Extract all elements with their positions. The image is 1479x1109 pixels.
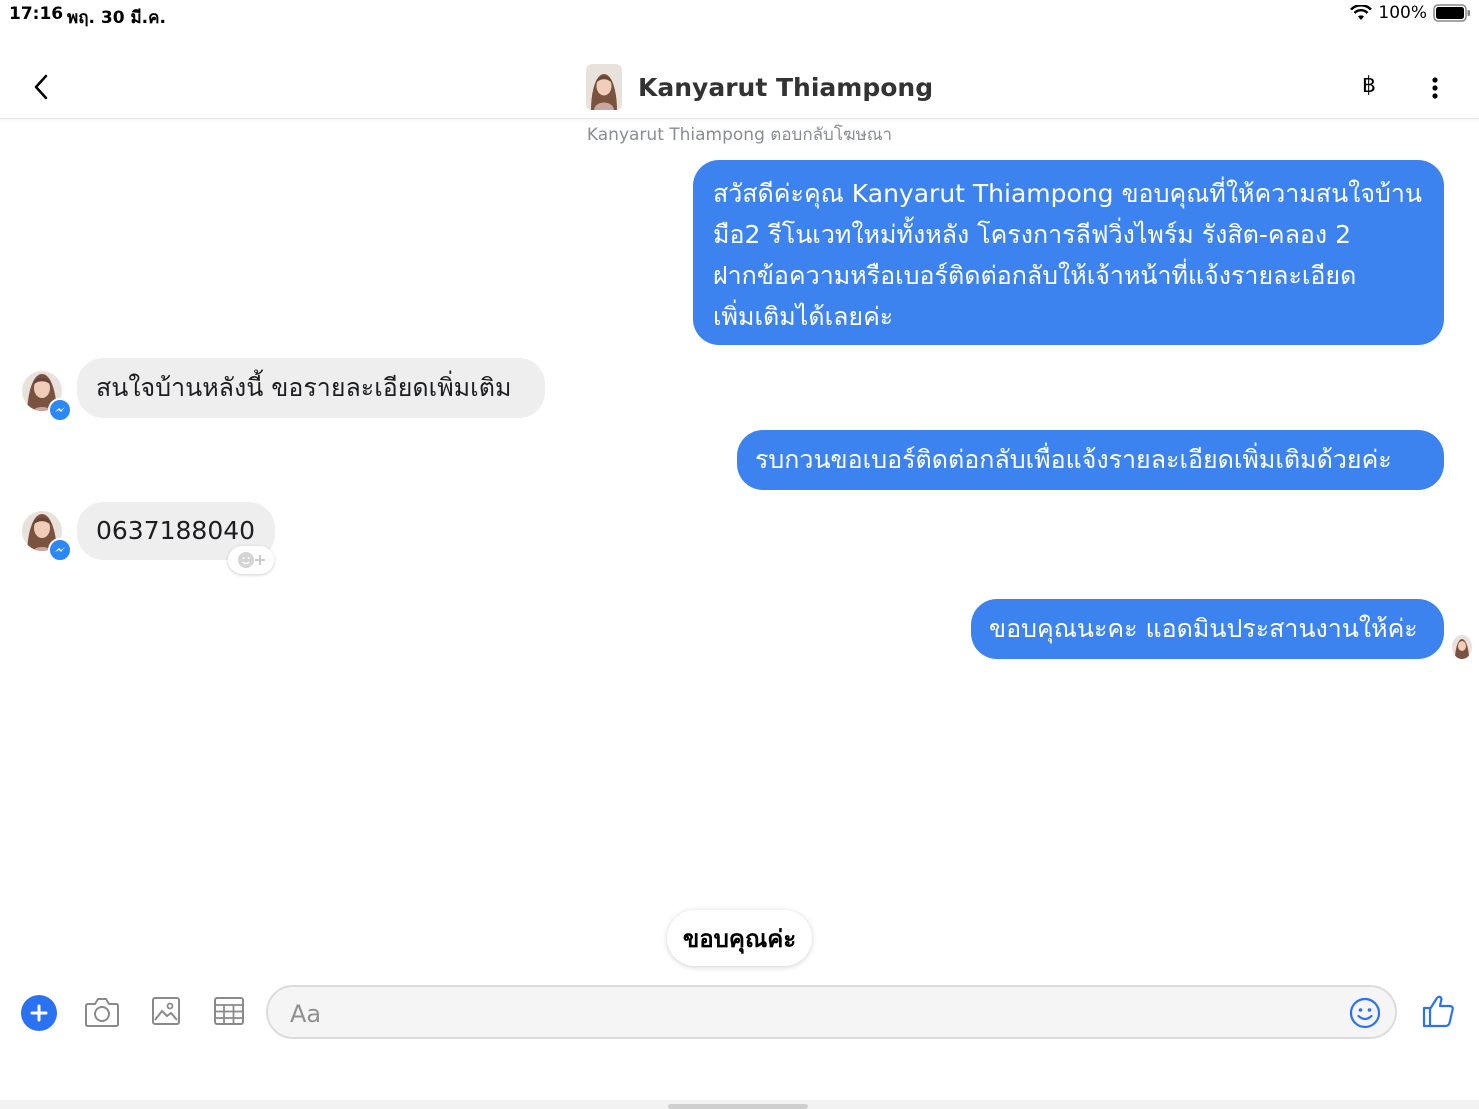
contact-info[interactable]: Kanyarut Thiampong (586, 64, 933, 110)
seen-indicator-avatar (1452, 635, 1472, 659)
add-reaction-icon (238, 552, 265, 568)
wifi-icon (1350, 5, 1373, 20)
message-bubble-outgoing[interactable]: สวัสดีค่ะคุณ Kanyarut Thiampong ขอบคุณที… (693, 160, 1444, 345)
battery-icon (1433, 4, 1470, 22)
back-button[interactable] (26, 70, 56, 104)
messenger-badge-icon (48, 398, 72, 422)
contact-avatar[interactable] (586, 64, 622, 110)
conversation-header: Kanyarut Thiampong ฿ (0, 30, 1479, 119)
status-date: พฤ. 30 มี.ค. (67, 8, 166, 28)
image-icon (152, 997, 180, 1025)
sender-avatar[interactable] (22, 366, 72, 422)
contact-name: Kanyarut Thiampong (638, 72, 934, 102)
status-time: 17:16 (9, 4, 64, 24)
battery-percent: 100% (1378, 3, 1427, 23)
gallery-button[interactable] (150, 995, 182, 1031)
more-icon (1432, 77, 1438, 99)
message-input[interactable] (288, 997, 1342, 1031)
home-indicator[interactable] (668, 1104, 808, 1109)
like-icon (1422, 995, 1454, 1028)
emoji-button[interactable] (1349, 997, 1381, 1033)
baht-icon[interactable]: ฿ (1362, 73, 1376, 98)
messenger-badge-icon (48, 538, 72, 562)
like-button[interactable] (1420, 993, 1456, 1033)
sender-avatar[interactable] (22, 506, 72, 562)
back-icon (34, 74, 48, 100)
grid-icon (214, 997, 244, 1025)
ad-reply-note: Kanyarut Thiampong ตอบกลับโฆษณา (586, 125, 893, 145)
emoji-icon (1349, 997, 1381, 1029)
camera-button[interactable] (84, 995, 120, 1033)
camera-icon (85, 998, 119, 1027)
message-bubble-outgoing[interactable]: ขอบคุณนะคะ แอดมินประสานงานให้ค่ะ (971, 599, 1444, 659)
status-bar: 17:16 พฤ. 30 มี.ค. 100% (0, 0, 1479, 30)
message-bubble-outgoing[interactable]: รบกวนขอเบอร์ติดต่อกลับเพื่อแจ้งรายละเอีย… (737, 430, 1444, 490)
add-reaction-button[interactable] (228, 546, 274, 574)
status-right: 100% (1350, 3, 1471, 23)
add-button[interactable] (21, 995, 57, 1031)
more-tools-button[interactable] (213, 995, 245, 1031)
more-options-button[interactable] (1425, 74, 1445, 104)
quick-reply-chip[interactable]: ขอบคุณค่ะ (667, 910, 812, 966)
message-bubble-incoming[interactable]: สนใจบ้านหลังนี้ ขอรายละเอียดเพิ่มเติม (77, 358, 545, 418)
message-input-container (266, 985, 1397, 1039)
composer-bar (0, 982, 1479, 1046)
plus-icon (30, 1004, 48, 1022)
